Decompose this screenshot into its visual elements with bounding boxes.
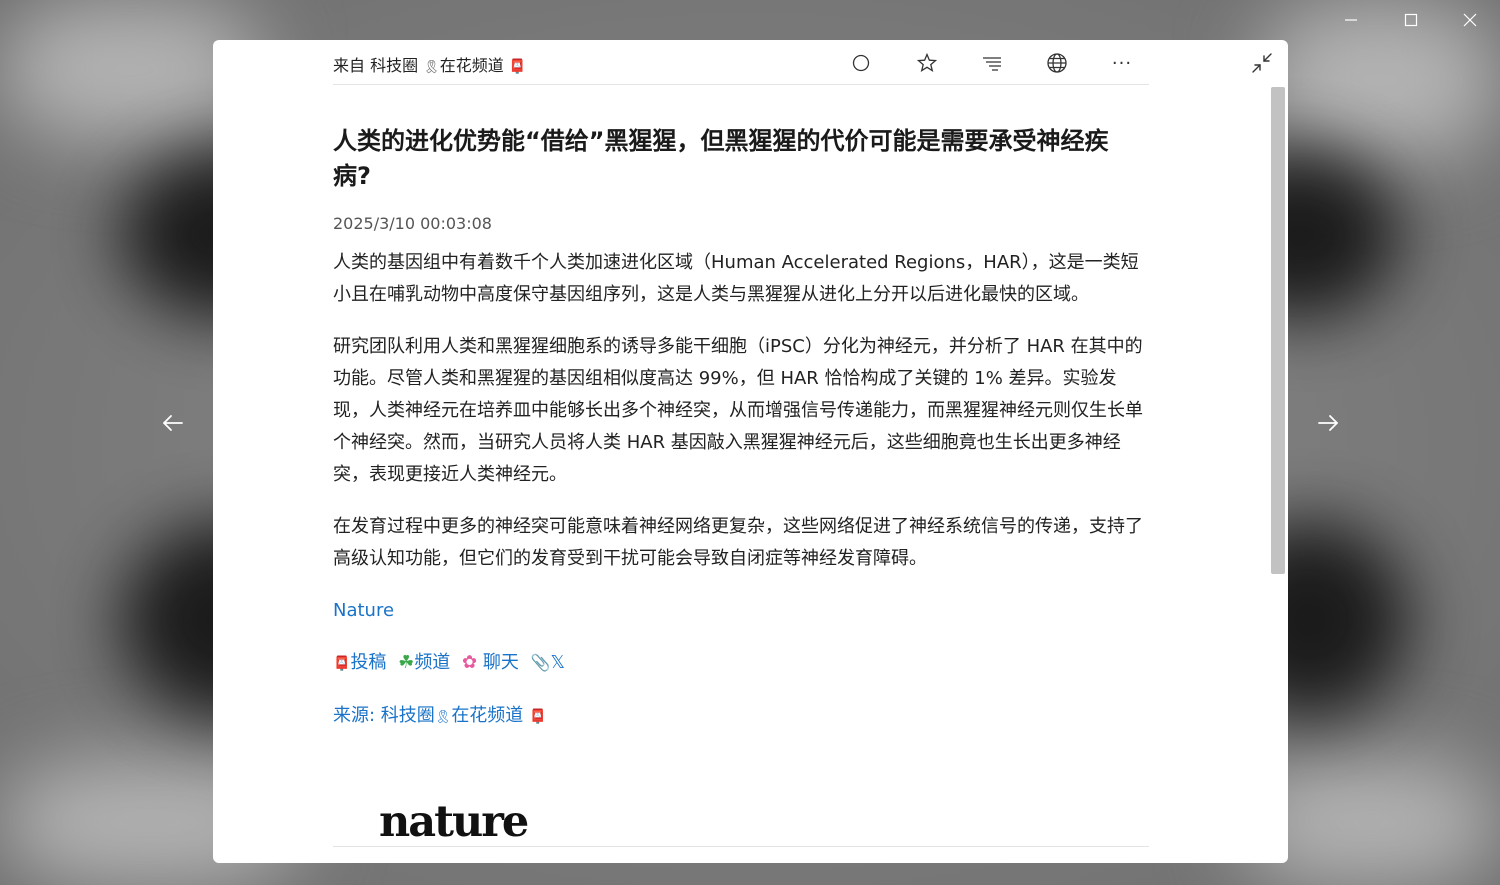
tag-links: 📮投稿 ☘频道 ✿ 聊天 📎𝕏 bbox=[333, 647, 1149, 680]
nature-logo: nature bbox=[379, 797, 529, 847]
open-in-browser-button[interactable] bbox=[1044, 50, 1070, 76]
pin-icon: 📮 bbox=[508, 59, 527, 75]
scrollbar-thumb[interactable] bbox=[1271, 87, 1285, 574]
close-button[interactable] bbox=[1441, 4, 1499, 36]
circle-icon bbox=[852, 54, 870, 72]
paperclip-icon: 📎 bbox=[530, 653, 551, 672]
source-prefix: 来自 科技圈 bbox=[333, 56, 419, 75]
pin-icon: 📮 bbox=[529, 709, 547, 725]
reader-view-button[interactable] bbox=[979, 50, 1005, 76]
read-status-button[interactable] bbox=[848, 50, 874, 76]
maximize-button[interactable] bbox=[1382, 4, 1440, 36]
article-paragraph: 研究团队利用人类和黑猩猩细胞系的诱导多能干细胞（iPSC）分化为神经元，并分析了… bbox=[333, 336, 1143, 485]
x-link[interactable]: 📎𝕏 bbox=[531, 652, 565, 673]
article-card: 来自 科技圈 🎗在花频道 📮 ··· 人类的进化优势能“借给”黑猩猩，但黑猩猩的… bbox=[213, 40, 1288, 863]
minimize-button[interactable] bbox=[1322, 4, 1380, 36]
nature-link[interactable]: Nature bbox=[333, 600, 394, 621]
article-paragraph: 在发育过程中更多的神经突可能意味着神经网络更复杂，这些网络促进了神经系统信号的传… bbox=[333, 516, 1143, 569]
article-toolbar: 来自 科技圈 🎗在花频道 📮 ··· bbox=[333, 40, 1149, 85]
article-content: 人类的进化优势能“借给”黑猩猩，但黑猩猩的代价可能是需要承受神经疾病? 2025… bbox=[333, 124, 1149, 734]
article-date: 2025/3/10 00:03:08 bbox=[333, 214, 492, 233]
more-options-button[interactable]: ··· bbox=[1109, 50, 1135, 76]
chat-link[interactable]: ✿ 聊天 bbox=[462, 652, 519, 673]
exit-fullscreen-button[interactable] bbox=[1249, 50, 1275, 76]
minimize-icon bbox=[1345, 19, 1357, 21]
globe-icon bbox=[1047, 53, 1067, 73]
previous-article-button[interactable] bbox=[158, 408, 188, 438]
article-paragraph: 人类的基因组中有着数千个人类加速进化区域（Human Accelerated R… bbox=[333, 252, 1139, 305]
align-icon bbox=[983, 57, 1001, 71]
favorite-button[interactable] bbox=[914, 50, 940, 76]
flower-icon: ✿ bbox=[462, 652, 478, 673]
pin-icon: 📮 bbox=[333, 656, 351, 672]
source-channel: 在花频道 bbox=[439, 56, 504, 75]
clover-icon: ☘ bbox=[398, 652, 415, 673]
star-icon bbox=[917, 53, 937, 73]
source-header[interactable]: 来自 科技圈 🎗在花频道 📮 bbox=[333, 52, 526, 76]
next-article-button[interactable] bbox=[1313, 408, 1343, 438]
submit-link[interactable]: 📮投稿 bbox=[333, 652, 386, 673]
ribbon-icon: 🎗 bbox=[434, 710, 452, 725]
source-link[interactable]: 来源: 科技圈🎗在花频道 bbox=[333, 705, 523, 726]
channel-link[interactable]: ☘频道 bbox=[398, 652, 450, 673]
ribbon-icon: 🎗 bbox=[423, 60, 440, 75]
divider bbox=[333, 846, 1149, 847]
source-line: 来源: 科技圈🎗在花频道 📮 bbox=[333, 700, 1149, 734]
collapse-icon bbox=[1252, 53, 1272, 73]
close-icon bbox=[1463, 13, 1477, 27]
article-title: 人类的进化优势能“借给”黑猩猩，但黑猩猩的代价可能是需要承受神经疾病? bbox=[333, 127, 1109, 190]
maximize-icon bbox=[1404, 13, 1418, 27]
more-icon: ··· bbox=[1111, 52, 1133, 74]
arrow-right-icon bbox=[1318, 415, 1338, 431]
arrow-left-icon bbox=[163, 415, 183, 431]
